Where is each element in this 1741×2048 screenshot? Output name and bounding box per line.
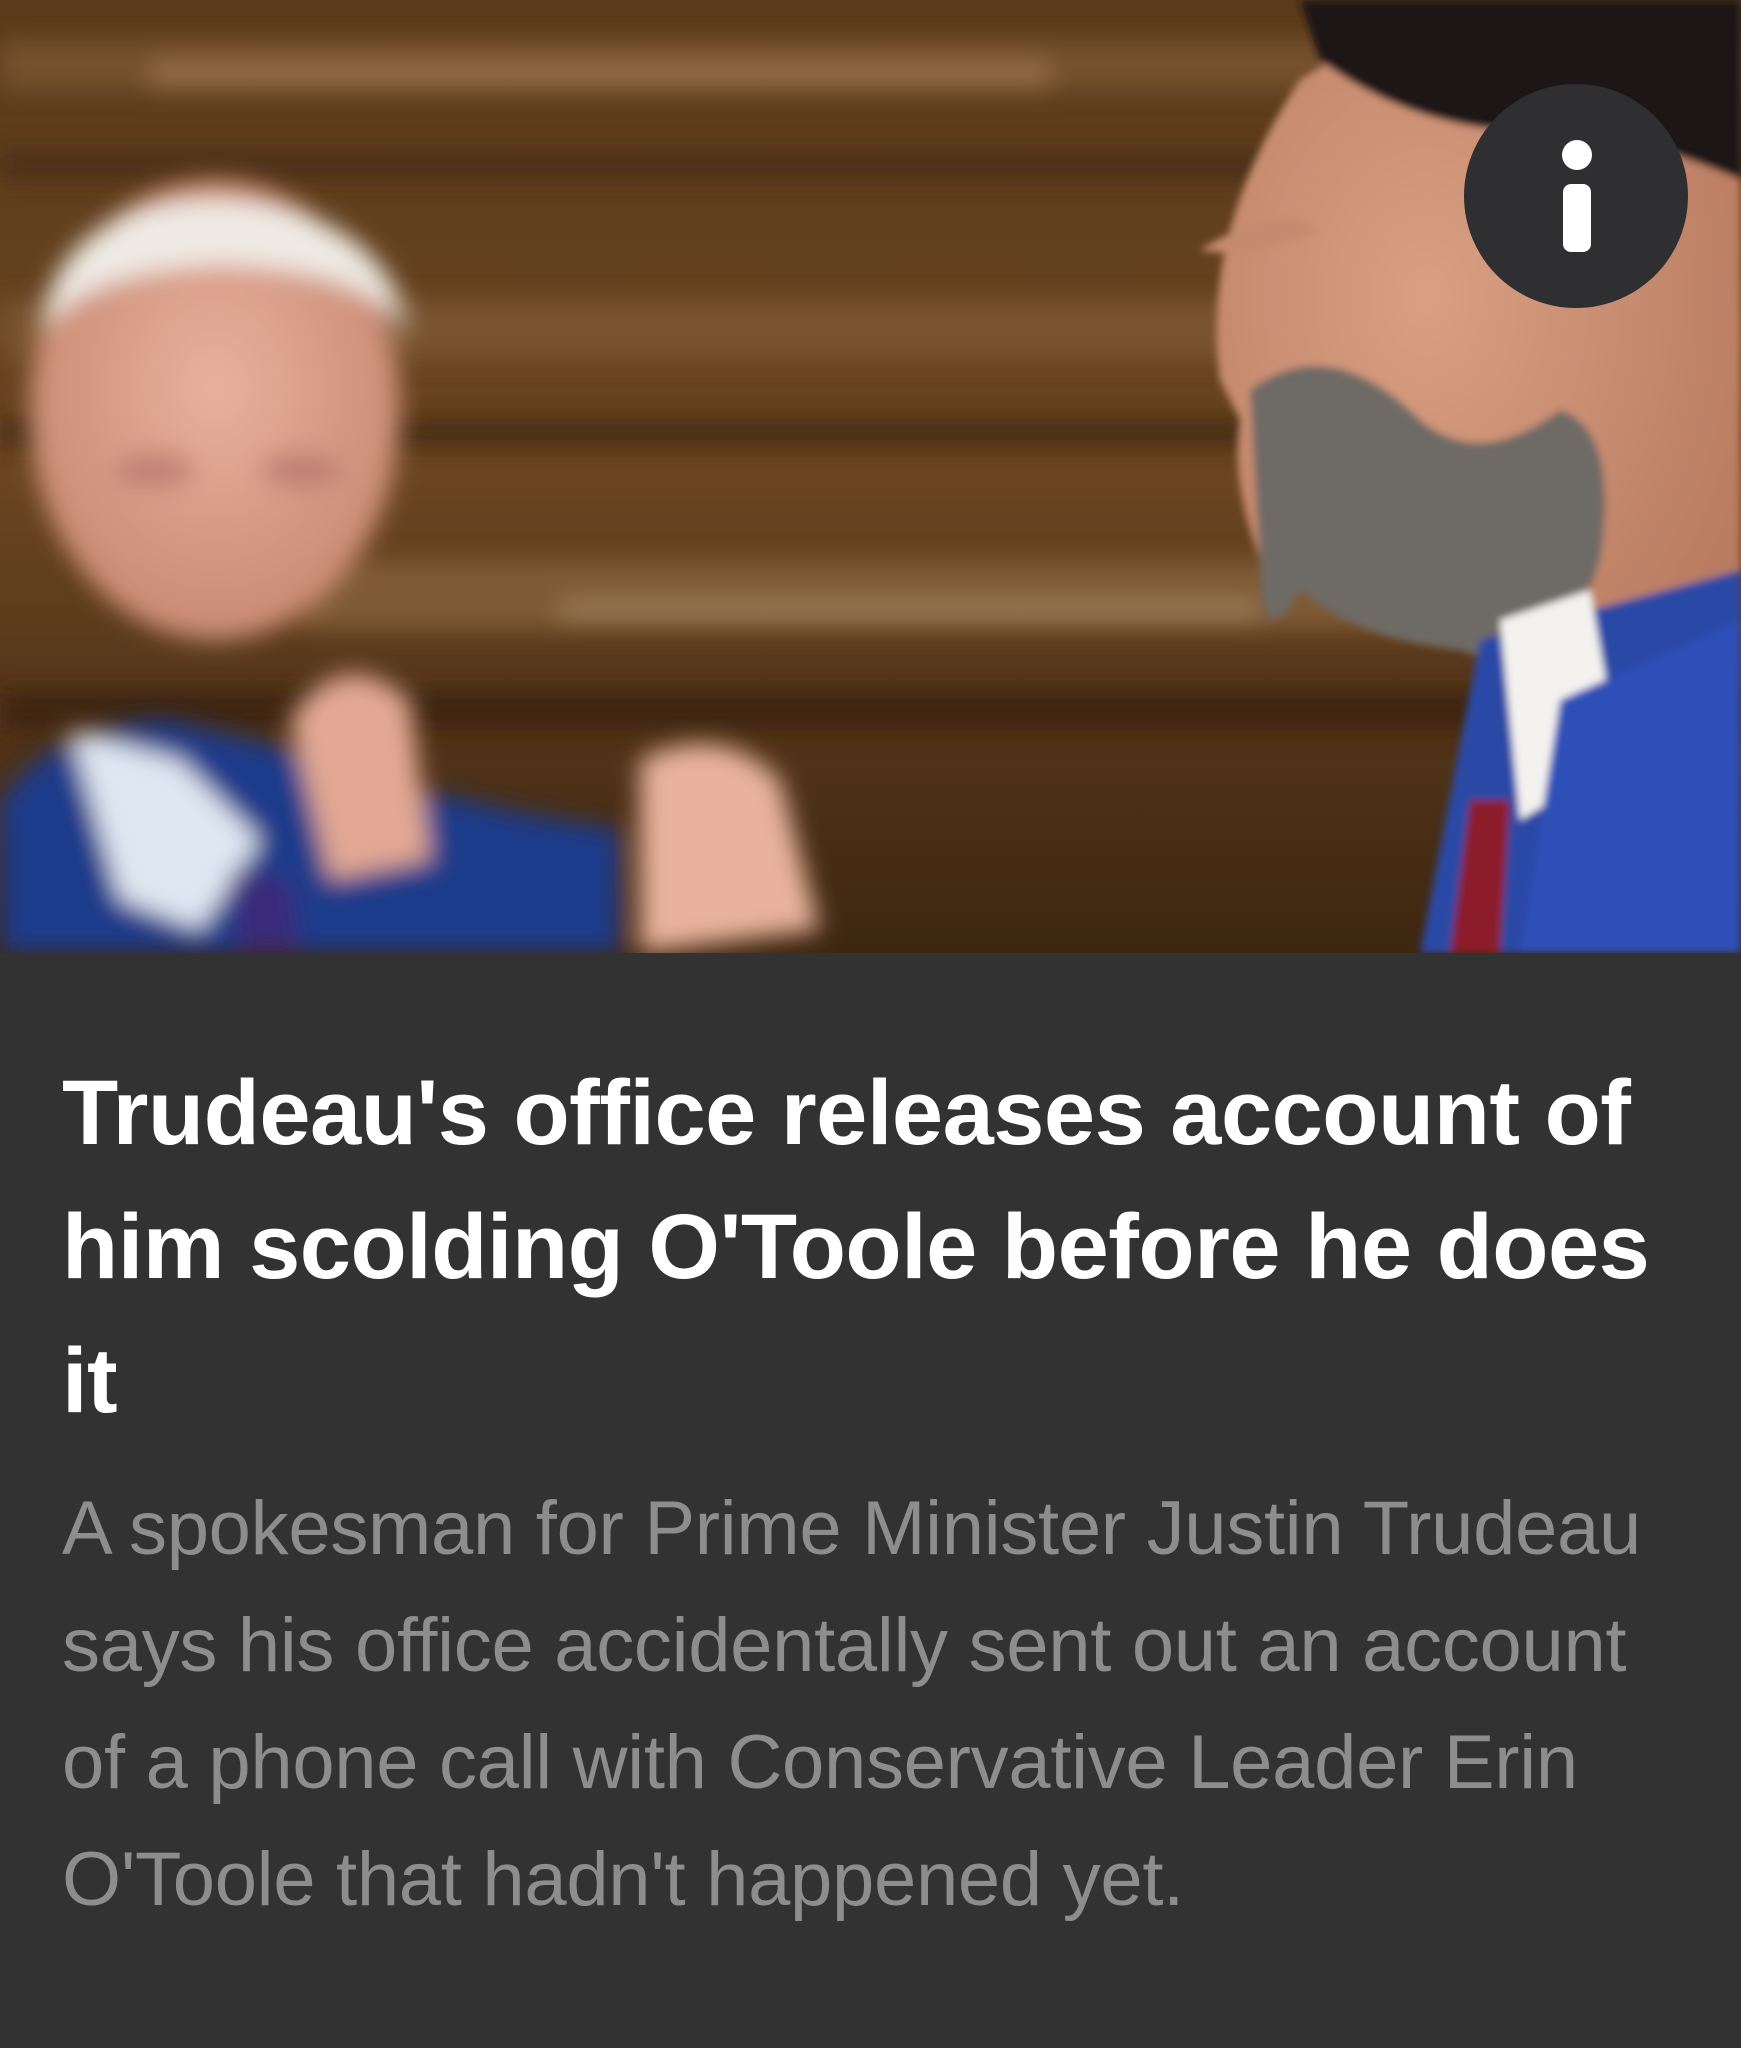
info-icon-stem bbox=[1563, 184, 1591, 252]
article-text: Trudeau's office releases account of him… bbox=[62, 1046, 1682, 1938]
news-card[interactable]: Trudeau's office releases account of him… bbox=[0, 0, 1741, 2048]
info-icon bbox=[1562, 140, 1592, 170]
info-button[interactable] bbox=[1464, 84, 1688, 308]
article-photo[interactable] bbox=[0, 0, 1741, 953]
article-summary: A spokesman for Prime Minister Justin Tr… bbox=[62, 1486, 1641, 1922]
article-headline[interactable]: Trudeau's office releases account of him… bbox=[62, 1046, 1682, 1448]
